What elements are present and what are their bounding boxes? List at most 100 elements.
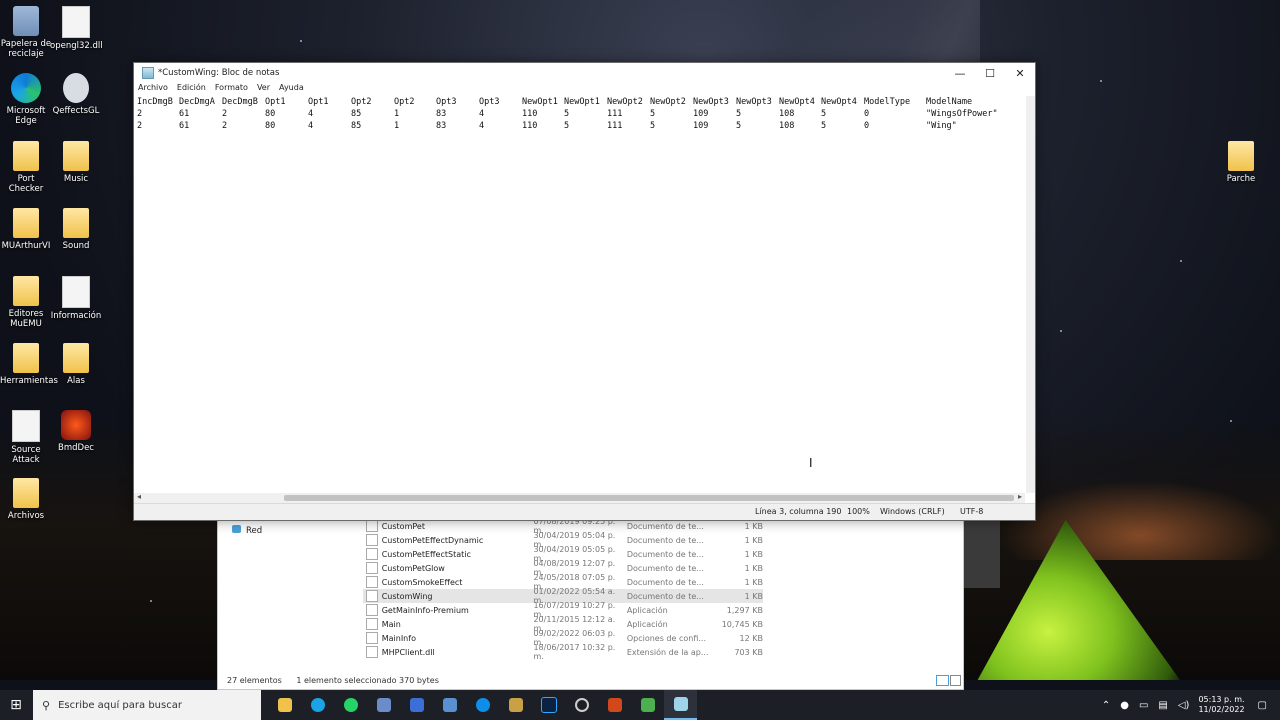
scroll-right-icon[interactable]: ▸ bbox=[1018, 492, 1022, 501]
desktop-icon-editores[interactable]: Editores MuEMU bbox=[0, 276, 52, 329]
text-cell: ModelName bbox=[926, 97, 973, 107]
file-name: CustomPetEffectStatic bbox=[381, 549, 471, 559]
text-cell: 2 bbox=[137, 121, 143, 131]
text-cell: 1 bbox=[394, 121, 400, 131]
taskbar-notepad[interactable] bbox=[664, 690, 697, 720]
desktop-icon-parche[interactable]: Parche bbox=[1215, 141, 1267, 184]
minimize-button[interactable]: — bbox=[945, 67, 975, 80]
notepad-icon bbox=[142, 67, 154, 79]
file-name: CustomWing bbox=[381, 591, 433, 601]
file-icon bbox=[366, 562, 378, 574]
search-box[interactable]: ⚲ Escribe aquí para buscar bbox=[33, 690, 261, 720]
taskbar-app-clock[interactable] bbox=[565, 690, 598, 720]
notepad-window[interactable]: *CustomWing: Bloc de notas — ☐ ✕ Archivo… bbox=[133, 62, 1036, 521]
text-line: IncDmgB DecDmgA DecDmgB Opt1 Opt1 Opt2 Opt2 Opt… bbox=[137, 96, 1025, 108]
text-cell: Opt1 bbox=[265, 97, 286, 107]
file-type: Aplicación bbox=[626, 619, 668, 629]
menu-ver[interactable]: Ver bbox=[257, 83, 270, 96]
text-cell: 5 bbox=[821, 109, 827, 119]
taskbar-bmddec[interactable] bbox=[598, 690, 631, 720]
desktop-icon-informacion[interactable]: Información bbox=[50, 276, 102, 321]
maximize-button[interactable]: ☐ bbox=[975, 67, 1005, 80]
desktop-icon-music[interactable]: Music bbox=[50, 141, 102, 184]
text-cell: 108 bbox=[779, 109, 795, 119]
background-window-edge bbox=[962, 518, 1000, 588]
text-cell: 85 bbox=[351, 121, 362, 131]
clock[interactable]: 05:13 p. m. 11/02/2022 bbox=[1198, 695, 1244, 715]
file-type: Opciones de confi... bbox=[626, 633, 706, 643]
file-size: 1 KB bbox=[744, 577, 763, 587]
text-cell: 4 bbox=[479, 109, 485, 119]
text-cell: 5 bbox=[736, 109, 742, 119]
desktop-icon-alas[interactable]: Alas bbox=[50, 343, 102, 386]
desktop-icon-muarthur[interactable]: MUArthurVI bbox=[0, 208, 52, 251]
close-button[interactable]: ✕ bbox=[1005, 67, 1035, 80]
horizontal-scrollbar[interactable]: ◂ ▸ bbox=[134, 492, 1025, 503]
people-icon bbox=[442, 698, 457, 712]
network-icon[interactable]: ▤ bbox=[1158, 700, 1167, 711]
taskbar-app-green[interactable] bbox=[631, 690, 664, 720]
menu-ayuda[interactable]: Ayuda bbox=[279, 83, 304, 96]
taskbar-app-people[interactable] bbox=[433, 690, 466, 720]
text-cell: Opt3 bbox=[479, 97, 500, 107]
folder-icon bbox=[13, 141, 39, 171]
file-icon bbox=[366, 618, 378, 630]
search-icon: ⚲ bbox=[42, 698, 51, 712]
nav-item-red[interactable]: Red bbox=[232, 525, 262, 536]
taskbar-edge[interactable] bbox=[301, 690, 334, 720]
text-cell: NewOpt1 bbox=[564, 97, 600, 107]
text-cell: Opt2 bbox=[394, 97, 415, 107]
desktop-icon-qeffects[interactable]: QeffectsGL bbox=[50, 73, 102, 116]
text-cell: 85 bbox=[351, 109, 362, 119]
text-cell: "WingsOfPower" bbox=[926, 109, 998, 119]
text-cell: NewOpt2 bbox=[607, 97, 643, 107]
taskbar-app-wand[interactable] bbox=[499, 690, 532, 720]
microphone-icon[interactable]: ● bbox=[1120, 700, 1129, 711]
bmddec-icon bbox=[61, 410, 91, 440]
usb-icon[interactable]: ▭ bbox=[1139, 700, 1148, 711]
desktop-icon-opengl[interactable]: opengl32.dll bbox=[50, 6, 103, 51]
text-cell: Opt2 bbox=[351, 97, 372, 107]
scroll-thumb[interactable] bbox=[284, 495, 1014, 501]
desktop-icon-edge[interactable]: Microsoft Edge bbox=[0, 73, 52, 126]
taskbar-file-explorer[interactable] bbox=[268, 690, 301, 720]
text-cell: 109 bbox=[693, 109, 709, 119]
desktop-icon-herramientas[interactable]: Herramientas bbox=[0, 343, 58, 386]
scroll-left-icon[interactable]: ◂ bbox=[137, 492, 141, 501]
menu-formato[interactable]: Formato bbox=[215, 83, 248, 96]
notifications-icon[interactable]: ▢ bbox=[1258, 700, 1267, 711]
text-cell: 2 bbox=[222, 121, 228, 131]
text-cell: 110 bbox=[522, 121, 538, 131]
file-explorer-window[interactable]: Red CustomPet 07/08/2019 09:25 p. m. Docum… bbox=[217, 517, 964, 690]
taskbar-photoshop[interactable] bbox=[532, 690, 565, 720]
text-cell: 5 bbox=[564, 109, 570, 119]
details-view-icon[interactable] bbox=[936, 675, 949, 686]
start-button[interactable]: ⊞ bbox=[0, 690, 32, 720]
file-name: CustomSmokeEffect bbox=[381, 577, 463, 587]
desktop-icon-bmddec[interactable]: BmdDec bbox=[50, 410, 102, 453]
tiles-view-icon[interactable] bbox=[950, 675, 961, 686]
file-row[interactable]: MHPClient.dll 18/06/2017 10:32 p. m. Exten… bbox=[363, 643, 763, 661]
file-type: Documento de te... bbox=[626, 577, 704, 587]
menu-edicion[interactable]: Edición bbox=[177, 83, 206, 96]
chevron-up-icon[interactable]: ⌃ bbox=[1102, 700, 1110, 711]
menu-bar: Archivo Edición Formato Ver Ayuda bbox=[134, 83, 1035, 96]
menu-archivo[interactable]: Archivo bbox=[138, 83, 168, 96]
text-editor[interactable]: IncDmgB DecDmgA DecDmgB Opt1 Opt1 Opt2 Opt2 Opt… bbox=[134, 96, 1025, 493]
taskbar-teamviewer[interactable] bbox=[466, 690, 499, 720]
taskbar-app-blue[interactable] bbox=[400, 690, 433, 720]
desktop-icon-sound[interactable]: Sound bbox=[50, 208, 102, 251]
vertical-scrollbar[interactable] bbox=[1026, 96, 1035, 493]
desktop-icon-archivos[interactable]: Archivos bbox=[0, 478, 52, 521]
taskbar: ⊞ ⚲ Escribe aquí para buscar ⌃ ● ▭ ▤ ◁) … bbox=[0, 690, 1280, 720]
desktop-icon-source-attack[interactable]: Source Attack bbox=[0, 410, 52, 465]
volume-icon[interactable]: ◁) bbox=[1178, 700, 1190, 711]
file-icon bbox=[366, 604, 378, 616]
taskbar-app-tools[interactable] bbox=[367, 690, 400, 720]
app-icon bbox=[409, 698, 424, 712]
file-icon bbox=[366, 534, 378, 546]
desktop-icon-recycle-bin[interactable]: Papelera de reciclaje bbox=[0, 6, 52, 59]
encoding: UTF-8 bbox=[960, 507, 984, 516]
taskbar-whatsapp[interactable] bbox=[334, 690, 367, 720]
desktop-icon-port-checker[interactable]: Port Checker bbox=[0, 141, 52, 194]
